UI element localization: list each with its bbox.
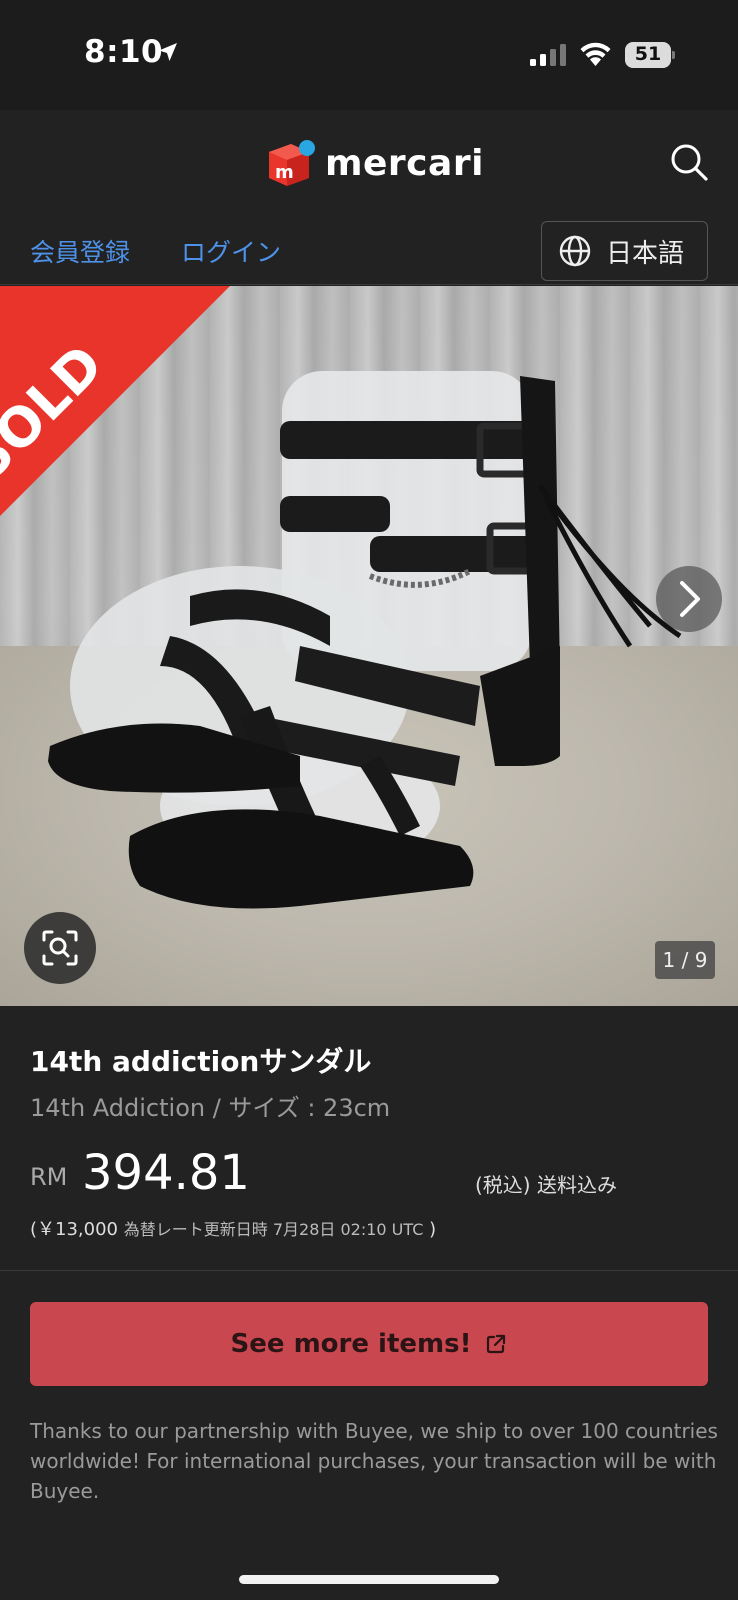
external-link-icon xyxy=(487,1334,506,1354)
price-currency: RM xyxy=(30,1163,68,1191)
product-brand-size: 14th Addiction / サイズ : 23cm xyxy=(30,1094,391,1122)
product-title: 14th addictionサンダル xyxy=(30,1045,372,1078)
price-row: RM 394.81 (税込) 送料込み xyxy=(30,1145,720,1205)
register-link[interactable]: 会員登録 xyxy=(30,233,130,269)
home-indicator[interactable] xyxy=(239,1575,499,1584)
search-icon[interactable] xyxy=(669,142,709,182)
account-nav: 会員登録 ログイン 日本語 xyxy=(0,215,738,285)
image-search-button[interactable] xyxy=(24,912,96,984)
see-more-items-button[interactable]: See more items! xyxy=(30,1302,708,1386)
svg-text:m: m xyxy=(275,162,294,183)
next-image-button[interactable] xyxy=(656,566,722,632)
status-time: 8:10 xyxy=(84,34,164,70)
tax-shipping-note: (税込) 送料込み xyxy=(475,1173,617,1197)
wifi-icon xyxy=(580,42,611,66)
status-bar: 8:10 51 xyxy=(0,0,738,110)
buyee-partnership-text: Thanks to our partnership with Buyee, we… xyxy=(30,1419,718,1503)
divider xyxy=(0,1270,738,1271)
cellular-signal-icon xyxy=(530,44,566,66)
language-selector[interactable]: 日本語 xyxy=(541,221,708,281)
image-search-icon xyxy=(42,930,78,966)
battery-icon: 51 xyxy=(625,42,675,68)
image-counter: 1 / 9 xyxy=(655,941,715,979)
login-link[interactable]: ログイン xyxy=(181,233,281,269)
battery-level: 51 xyxy=(634,43,662,65)
cta-label: See more items! xyxy=(230,1329,472,1359)
rate-close-paren: ) xyxy=(429,1219,437,1240)
product-image-gallery[interactable]: SOLD 1 / 9 xyxy=(0,286,738,1006)
language-label: 日本語 xyxy=(606,238,685,269)
sold-banner: SOLD xyxy=(0,286,230,516)
exchange-rate-note: (￥13,000 為替レート更新日時 7月28日 02:10 UTC ) xyxy=(30,1215,436,1241)
mercari-logo-icon: m xyxy=(269,140,315,186)
yen-price: (￥13,000 xyxy=(30,1219,119,1240)
mercari-logo[interactable]: m mercari xyxy=(265,138,484,188)
rate-update-time: 為替レート更新日時 7月28日 02:10 UTC xyxy=(123,1220,424,1239)
globe-icon xyxy=(559,235,591,267)
next-arrow-icon xyxy=(680,581,700,617)
price-value: 394.81 xyxy=(82,1145,250,1201)
location-arrow-icon xyxy=(159,43,177,61)
app-header: m mercari xyxy=(0,110,738,215)
brand-name: mercari xyxy=(325,142,484,184)
